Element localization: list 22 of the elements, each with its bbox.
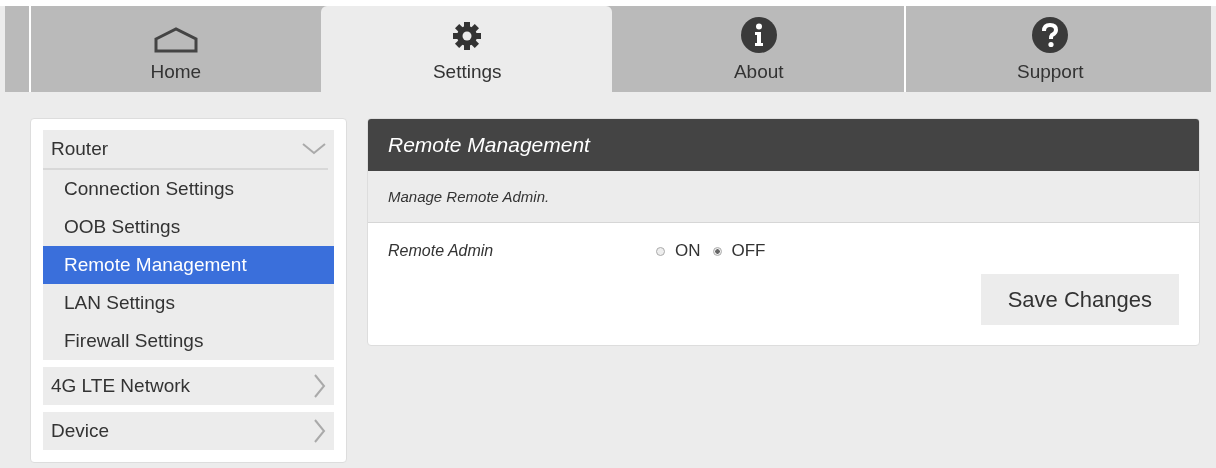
menu-group[interactable]: Router	[43, 130, 328, 170]
menu-item[interactable]: Connection Settings	[43, 170, 334, 208]
nav-tab[interactable]: Settings	[320, 6, 612, 92]
chevron-down-icon	[302, 143, 326, 155]
menu-group[interactable]: Device	[43, 412, 334, 450]
radio-option[interactable]: ON	[656, 241, 701, 261]
chevron-right-icon	[314, 374, 326, 398]
menu-item[interactable]: Firewall Settings	[43, 322, 334, 360]
menu-item[interactable]: Remote Management	[43, 246, 334, 284]
menu-group[interactable]: 4G LTE Network	[43, 367, 334, 405]
radio-option[interactable]: OFF	[712, 241, 766, 261]
panel-description: Manage Remote Admin.	[368, 171, 1199, 223]
save-button[interactable]: Save Changes	[980, 274, 1179, 325]
nav-tab[interactable]: About	[612, 6, 904, 92]
help-icon	[1032, 17, 1069, 53]
menu-item[interactable]: OOB Settings	[43, 208, 334, 246]
nav-tab[interactable]: Support	[903, 6, 1195, 92]
field-label: Remote Admin	[388, 242, 495, 260]
chevron-right-icon	[314, 419, 326, 443]
panel-title: Remote Management	[368, 119, 1199, 171]
menu-item[interactable]: LAN Settings	[43, 284, 334, 322]
info-icon	[740, 17, 777, 53]
